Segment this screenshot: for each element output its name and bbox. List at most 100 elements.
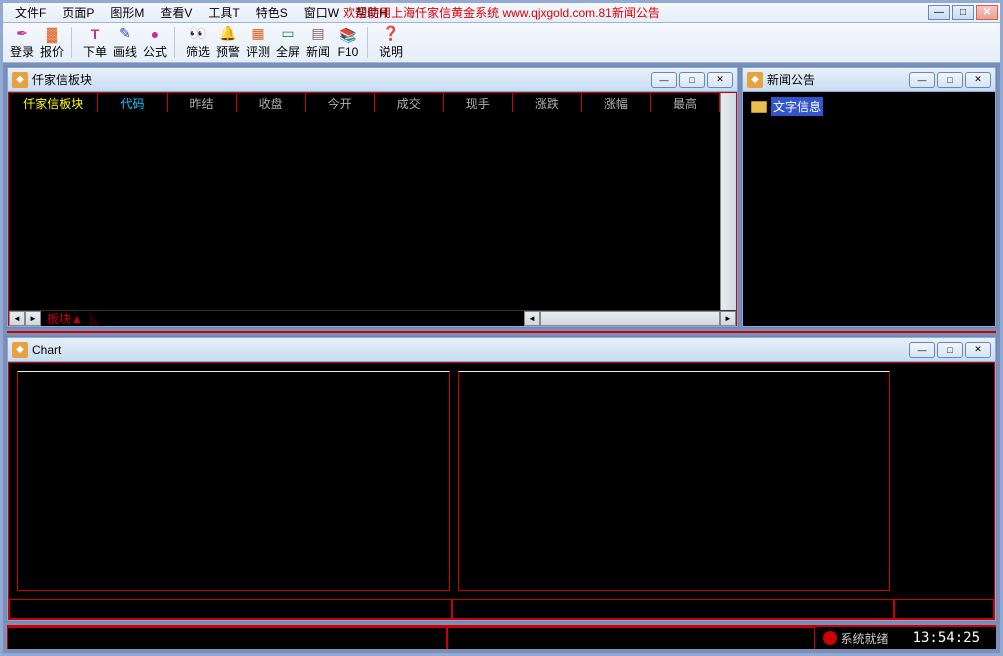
panel-title-bar[interactable]: ◆ 仟家信板块 — □ ✕ (8, 68, 737, 92)
tab-board[interactable]: 板块▲ (41, 310, 89, 327)
chart-foot-row (9, 599, 994, 619)
panel-title-bar[interactable]: ◆ Chart — □ ✕ (8, 338, 995, 362)
minimize-button[interactable]: — (928, 5, 950, 20)
child-maximize-button[interactable]: □ (679, 72, 705, 88)
panel-title-bar[interactable]: ◆ 新闻公告 — □ ✕ (743, 68, 995, 92)
child-close-button[interactable]: ✕ (707, 72, 733, 88)
menu-graphics[interactable]: 图形M (102, 2, 152, 23)
scroll-right-button[interactable]: ► (25, 311, 41, 326)
tool-drawline[interactable]: ✎画线 (110, 23, 140, 62)
welcome-marquee: 欢迎使用上海仟家信黄金系统 www.qjxgold.com.81新闻公告 (343, 4, 660, 21)
col-current[interactable]: 现手 (444, 93, 513, 112)
binoculars-icon: 👀 (189, 25, 207, 42)
col-prev-settle[interactable]: 昨结 (168, 93, 237, 112)
tool-help[interactable]: ❓说明 (376, 23, 406, 62)
menu-page[interactable]: 页面P (54, 2, 102, 23)
col-board[interactable]: 仟家信板块 (9, 93, 98, 112)
child-minimize-button[interactable]: — (909, 72, 935, 88)
tab-edge (89, 311, 101, 326)
menubar: 文件F 页面P 图形M 查看V 工具T 特色S 窗口W 帮助H 欢迎使用上海仟家… (3, 3, 1000, 23)
status-indicator: 系统就绪 (815, 630, 897, 647)
chart-foot-center (452, 599, 895, 619)
news-icon: ▤ (309, 25, 327, 42)
status-clock: 13:54:25 (897, 630, 996, 646)
col-change[interactable]: 涨跌 (513, 93, 582, 112)
col-open[interactable]: 今开 (306, 93, 375, 112)
menu-view[interactable]: 查看V (152, 2, 200, 23)
tree-item-text-info[interactable]: 文字信息 (745, 94, 993, 119)
splitter-horizontal[interactable] (7, 331, 996, 333)
child-maximize-button[interactable]: □ (937, 72, 963, 88)
pencil-icon: ✎ (116, 25, 134, 42)
tool-assess[interactable]: ▦评测 (243, 23, 273, 62)
tool-formula[interactable]: ●公式 (140, 23, 170, 62)
app-icon: ◆ (12, 342, 28, 358)
panel-title: 新闻公告 (767, 71, 909, 88)
child-maximize-button[interactable]: □ (937, 342, 963, 358)
mdi-client-area: ◆ 仟家信板块 — □ ✕ 仟家信板块 代码 昨结 (3, 63, 1000, 653)
chart-foot-left (9, 599, 452, 619)
panel-icon: ▦ (249, 25, 267, 42)
col-close[interactable]: 收盘 (237, 93, 306, 112)
window-controls: — □ ✕ (926, 5, 998, 20)
status-segment (7, 627, 447, 649)
pen-icon: ✒ (13, 25, 31, 42)
menu-file[interactable]: 文件F (7, 2, 54, 23)
help-icon: ❓ (382, 25, 400, 42)
tab-scroll-row: ◄ ► 板块▲ ◄ ► (9, 310, 736, 326)
menu-tools[interactable]: 工具T (200, 2, 247, 23)
status-segment (447, 627, 814, 649)
horizontal-scrollbar[interactable] (540, 311, 720, 326)
menu-special[interactable]: 特色S (248, 2, 296, 23)
panel-title: Chart (32, 343, 909, 357)
col-change-pct[interactable]: 涨幅 (582, 93, 651, 112)
tool-order[interactable]: T下单 (80, 23, 110, 62)
col-volume[interactable]: 成交 (375, 93, 444, 112)
chart-pane-left[interactable] (17, 371, 450, 591)
panel-news: ◆ 新闻公告 — □ ✕ 文字信息 (742, 67, 996, 327)
chart-row (9, 363, 994, 599)
table-header-row: 仟家信板块 代码 昨结 收盘 今开 成交 现手 涨跌 涨幅 最高 (9, 93, 720, 112)
col-code[interactable]: 代码 (98, 93, 167, 112)
grid-icon: ▓ (43, 25, 61, 42)
toolbar-separator (367, 27, 372, 58)
child-close-button[interactable]: ✕ (965, 342, 991, 358)
tool-quote[interactable]: ▓报价 (37, 23, 67, 62)
close-button[interactable]: ✕ (976, 5, 998, 20)
panel-title: 仟家信板块 (32, 71, 651, 88)
hscroll-right-button[interactable]: ► (720, 311, 736, 326)
circle-icon: ● (146, 25, 164, 42)
table-body[interactable] (9, 112, 720, 310)
tool-login[interactable]: ✒登录 (7, 23, 37, 62)
top-row: ◆ 仟家信板块 — □ ✕ 仟家信板块 代码 昨结 (7, 67, 996, 327)
tool-f10[interactable]: 📚F10 (333, 23, 363, 62)
status-text: 系统就绪 (841, 630, 889, 647)
col-high[interactable]: 最高 (651, 93, 720, 112)
child-minimize-button[interactable]: — (909, 342, 935, 358)
tool-filter[interactable]: 👀筛选 (183, 23, 213, 62)
maximize-button[interactable]: □ (952, 5, 974, 20)
tool-news[interactable]: ▤新闻 (303, 23, 333, 62)
app-icon: ◆ (12, 72, 28, 88)
folder-icon (751, 101, 767, 113)
vertical-scrollbar[interactable] (720, 93, 736, 310)
scroll-left-button[interactable]: ◄ (9, 311, 25, 326)
chart-pane-right[interactable] (894, 363, 994, 599)
menu-window[interactable]: 窗口W (296, 2, 347, 23)
news-tree[interactable]: 文字信息 (743, 92, 995, 326)
tool-alert[interactable]: 🔔预警 (213, 23, 243, 62)
chart-pane-center[interactable] (458, 371, 891, 591)
child-minimize-button[interactable]: — (651, 72, 677, 88)
bell-icon: 🔔 (219, 25, 237, 42)
status-bar: 系统就绪 13:54:25 (7, 625, 996, 649)
tool-fullscreen[interactable]: ▭全屏 (273, 23, 303, 62)
status-dot-icon (823, 631, 837, 645)
hscroll-left-button[interactable]: ◄ (524, 311, 540, 326)
toolbar-separator (71, 27, 76, 58)
books-icon: 📚 (339, 26, 357, 44)
text-icon: T (86, 25, 104, 42)
chart-foot-right (894, 599, 994, 619)
main-window: 文件F 页面P 图形M 查看V 工具T 特色S 窗口W 帮助H 欢迎使用上海仟家… (0, 0, 1003, 656)
toolbar-separator (174, 27, 179, 58)
child-close-button[interactable]: ✕ (965, 72, 991, 88)
